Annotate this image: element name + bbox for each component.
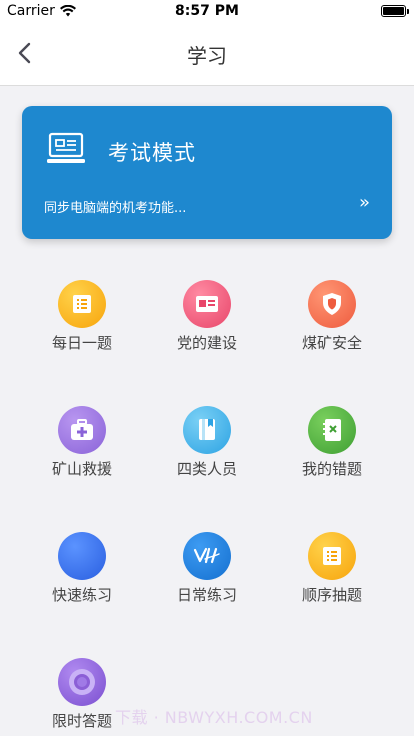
computer-icon — [47, 132, 85, 163]
page-title: 学习 — [187, 44, 227, 68]
party-flag-icon — [183, 280, 231, 328]
tile-my-wrong-answers[interactable]: 我的错题 — [272, 396, 392, 486]
signature-icon — [183, 532, 231, 580]
exam-mode-subtitle: 同步电脑端的机考功能... — [44, 201, 187, 216]
watermark: 下载 · NBWYXH.COM.CN — [115, 708, 313, 727]
tile-daily-practice[interactable]: 日常练习 — [147, 522, 267, 612]
tile-party-building[interactable]: 党的建设 — [147, 270, 267, 360]
tile-label: 煤矿安全 — [301, 334, 362, 352]
tile-label: 四类人员 — [176, 460, 237, 478]
tile-label: 快速练习 — [51, 586, 112, 604]
double-chevron-right-icon: » — [358, 192, 370, 213]
status-time: 8:57 PM — [175, 3, 239, 19]
tile-four-types-personnel[interactable]: 四类人员 — [147, 396, 267, 486]
navigation-bar: 学习 — [0, 22, 414, 86]
exam-mode-card[interactable]: 考试模式 同步电脑端的机考功能... » — [22, 106, 392, 239]
exam-mode-title: 考试模式 — [108, 141, 196, 165]
wrong-notebook-icon — [308, 406, 356, 454]
battery-icon — [381, 5, 409, 17]
book-icon — [183, 406, 231, 454]
tile-label: 党的建设 — [176, 334, 237, 352]
tile-label: 我的错题 — [301, 460, 362, 478]
tile-sequential-questions[interactable]: 顺序抽题 — [272, 522, 392, 612]
ring-timer-icon — [58, 658, 106, 706]
tile-quick-practice[interactable]: 快速练习 — [22, 522, 142, 612]
tile-label: 矿山救援 — [51, 460, 112, 478]
status-bar: Carrier 8:57 PM — [0, 0, 414, 22]
list-icon — [58, 280, 106, 328]
tile-mine-rescue[interactable]: 矿山救援 — [22, 396, 142, 486]
tile-label: 每日一题 — [51, 334, 112, 352]
tile-daily-question[interactable]: 每日一题 — [22, 270, 142, 360]
blue-circle-icon — [58, 532, 106, 580]
tile-label: 日常练习 — [176, 586, 237, 604]
tile-coal-mine-safety[interactable]: 煤矿安全 — [272, 270, 392, 360]
tile-label: 顺序抽题 — [301, 586, 362, 604]
list-icon — [308, 532, 356, 580]
shield-icon — [308, 280, 356, 328]
first-aid-kit-icon — [58, 406, 106, 454]
